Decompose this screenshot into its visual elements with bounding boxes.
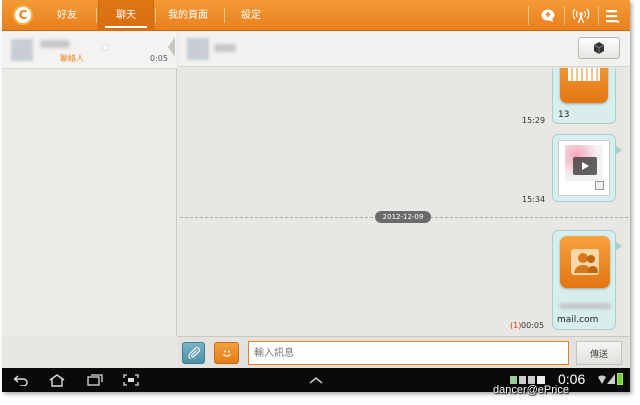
list-item[interactable]: 聯絡人 0:05 [2,31,177,69]
tab-chat[interactable]: 聊天 [98,0,154,31]
contact-name [214,44,236,52]
watermark: dancer@ePrice [493,384,569,396]
message-area[interactable]: 13 15:29 15:34 2012-12-09 mail.com (1) 0… [178,68,630,336]
contact-card-icon[interactable] [560,236,610,288]
image-thumbnail[interactable] [560,68,608,103]
message-bubble[interactable]: mail.com [552,230,622,330]
date-divider: 2012-12-09 [375,211,431,223]
avatar [187,38,209,60]
divider [598,6,599,25]
timestamp: 0:05 [150,54,168,63]
selected-indicator [168,37,175,57]
camera-button[interactable] [578,37,620,59]
add-chat-icon[interactable] [538,6,558,26]
status-dot [102,44,109,51]
attach-button[interactable] [182,342,205,364]
notification-icon [528,376,535,384]
unread-count: (1) [510,321,522,330]
signal-icon [607,374,615,387]
chevron-up-icon[interactable] [307,372,325,388]
notification-icon [519,376,526,384]
message-bubble[interactable]: 13 [552,68,622,124]
app-window: C 好友 聊天 我的頁面 設定 聯絡人 0:05 13 15:29 15:34 … [2,0,630,392]
tab-divider [224,8,225,23]
message-input[interactable] [248,341,569,365]
send-button[interactable]: 傳送 [576,341,622,365]
tab-settings[interactable]: 設定 [234,0,268,31]
conversation-list: 聯絡人 0:05 [2,31,177,336]
calendar-icon [568,68,600,81]
conversation-header [178,31,630,67]
broadcast-icon[interactable] [571,6,591,26]
menu-icon[interactable] [603,6,623,26]
recent-apps-icon[interactable] [86,372,104,388]
message-bubble[interactable] [552,134,622,202]
wifi-icon [597,373,607,388]
play-icon[interactable] [573,157,597,175]
top-bar: C 好友 聊天 我的頁面 設定 [2,0,630,31]
tab-friends[interactable]: 好友 [50,0,84,31]
divider [528,6,529,25]
avatar [11,39,33,61]
notification-icon [510,376,517,384]
video-thumbnail[interactable] [558,140,610,196]
message-time: 15:29 [522,116,546,125]
message-time: 15:34 [522,195,546,204]
emoji-button[interactable] [214,342,239,364]
contact-email: mail.com [557,315,599,325]
divider [564,6,565,25]
screenshot-icon[interactable] [122,372,140,388]
camera-icon [593,42,605,54]
video-badge-icon [595,181,604,190]
notification-icon [537,376,545,384]
battery-icon [617,373,623,385]
message-time: 00:05 [521,321,545,330]
back-icon[interactable] [12,372,30,388]
home-icon[interactable] [48,372,66,388]
smiley-icon [222,350,231,357]
tab-divider [155,8,156,23]
contact-name [40,40,70,48]
contact-name [559,303,611,309]
paperclip-icon [187,347,200,359]
tab-my-page[interactable]: 我的頁面 [164,0,212,31]
composer: 傳送 [178,336,630,368]
tab-divider [96,8,97,23]
message-caption: 13 [558,110,570,120]
app-logo-icon[interactable]: C [13,5,33,25]
contact-subtitle: 聯絡人 [60,54,84,63]
